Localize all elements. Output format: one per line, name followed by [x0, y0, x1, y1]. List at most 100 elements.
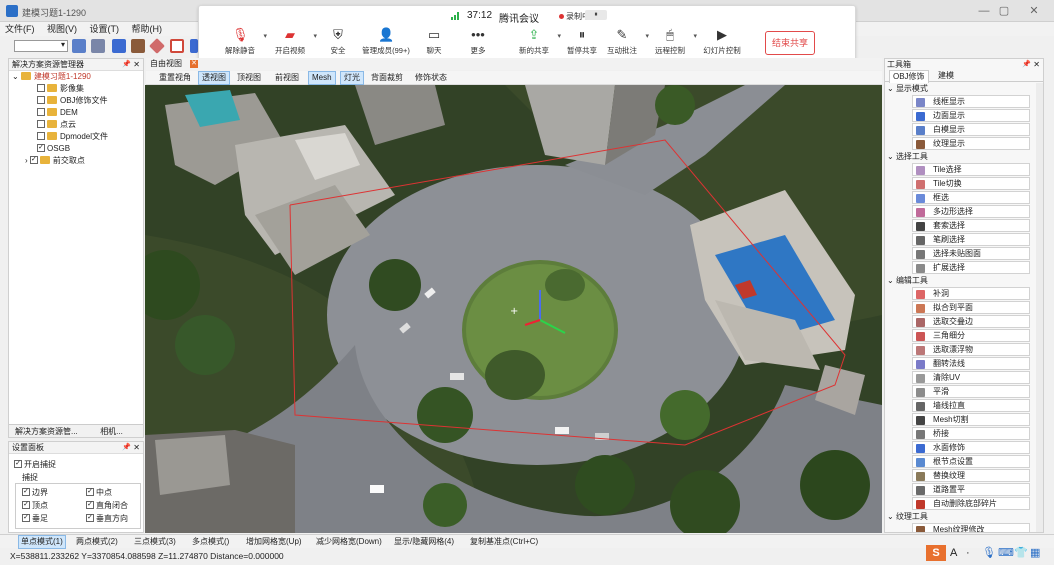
tool-replace-texture[interactable]: 替换纹理 — [912, 469, 1030, 482]
section-display-mode[interactable]: ⌄ 显示模式 — [887, 83, 928, 95]
checkbox[interactable] — [37, 119, 45, 128]
checkbox[interactable] — [37, 131, 45, 140]
menu-file[interactable]: 文件(F) — [0, 22, 40, 36]
snap-tool-icon[interactable] — [170, 39, 184, 53]
three-point-mode[interactable]: 三点模式(3) — [134, 535, 176, 549]
snap-boundary[interactable]: ✓ 边界 — [22, 487, 48, 498]
toggle-grid[interactable]: 显示/隐藏网格(4) — [394, 535, 454, 549]
single-point-mode[interactable]: 单点模式(1) — [18, 535, 66, 549]
toolbar-combo[interactable] — [14, 40, 68, 52]
start-video-button[interactable]: ▰ 开启视频 ▾ — [265, 26, 317, 60]
annotate-button[interactable]: ✎ 互动批注 ▾ — [597, 26, 649, 60]
decoration-state-toggle[interactable]: 修饰状态 — [412, 71, 450, 85]
close-tab-icon[interactable]: ✕ — [190, 60, 198, 68]
menu-help[interactable]: 帮助(H) — [127, 22, 168, 36]
bar-tool-icon[interactable] — [112, 39, 126, 53]
checkbox[interactable] — [37, 107, 45, 116]
tool-flip-normals[interactable]: 翻转法线 — [912, 357, 1030, 370]
tool-select-untextured[interactable]: 选择未贴图面 — [912, 247, 1030, 260]
tool-smooth[interactable]: 平滑 — [912, 385, 1030, 398]
copy-base-point[interactable]: 复制基准点(Ctrl+C) — [470, 535, 538, 549]
checkbox-checked[interactable]: ✓ — [14, 459, 22, 468]
tree-item[interactable]: 影像集 — [37, 83, 84, 95]
end-share-button[interactable]: 结束共享 — [765, 31, 815, 55]
enable-snap-toggle[interactable]: ✓ 开启捕捉 — [14, 459, 56, 470]
snap-vertical-direction[interactable]: ✓ 垂直方向 — [86, 513, 128, 524]
checkbox[interactable] — [37, 95, 45, 104]
checkbox-checked[interactable]: ✓ — [86, 487, 94, 496]
checkbox-checked[interactable]: ✓ — [86, 500, 94, 509]
checkbox-checked[interactable]: ✓ — [22, 500, 30, 509]
texture-tool-icon[interactable] — [131, 39, 145, 53]
tool-bridge[interactable]: 桥接 — [912, 427, 1030, 440]
close-icon[interactable]: ✕ — [133, 59, 140, 71]
pin-icon[interactable]: 📌 — [122, 442, 131, 454]
layer-tool-icon[interactable] — [91, 39, 105, 53]
tree-root[interactable]: ⌄ 建模习题1-1290 — [12, 71, 91, 83]
increase-grid-width[interactable]: 增加网格宽(Up) — [246, 535, 302, 549]
tool-brush-select[interactable]: 笔刷选择 — [912, 233, 1030, 246]
3d-viewport[interactable]: + — [145, 85, 882, 533]
snap-right-angle-close[interactable]: ✓ 直角闭合 — [86, 500, 128, 511]
tool-fit-plane[interactable]: 拟合到平面 — [912, 301, 1030, 314]
perspective-view-button[interactable]: 透视图 — [198, 71, 230, 85]
tab-obj-decoration[interactable]: OBJ修饰 — [889, 70, 929, 83]
toolbox-scrollbar[interactable] — [1036, 83, 1043, 532]
decrease-grid-width[interactable]: 减少网格宽(Down) — [316, 535, 382, 549]
pin-icon[interactable]: 📌 — [122, 59, 131, 71]
tool-lasso-select[interactable]: 套索选择 — [912, 219, 1030, 232]
tool-straighten-wall[interactable]: 墙线拉直 — [912, 399, 1030, 412]
security-button[interactable]: ⛨ 安全 — [313, 26, 363, 60]
tree-item[interactable]: 点云 — [37, 119, 76, 131]
mesh-toggle[interactable]: Mesh — [308, 71, 336, 85]
tree-item[interactable]: › ✓ 前交取点 — [25, 155, 85, 167]
tool-mesh-texture-edit[interactable]: Mesh纹理修改 — [912, 523, 1030, 532]
maximize-icon[interactable]: ▢ — [995, 4, 1013, 18]
close-icon[interactable]: ✕ — [1033, 59, 1040, 70]
tool-mesh-cut[interactable]: Mesh切割 — [912, 413, 1030, 426]
tool-texture[interactable]: 纹理显示 — [912, 137, 1030, 150]
chat-button[interactable]: ▭ 聊天 — [409, 26, 459, 60]
close-icon[interactable]: ✕ — [133, 442, 140, 454]
checkbox-checked[interactable]: ✓ — [86, 513, 94, 522]
manage-members-button[interactable]: 👤 管理成员(99+) — [361, 26, 411, 60]
tab-camera[interactable]: 相机... — [94, 425, 129, 438]
diamond-tool-icon[interactable] — [149, 38, 165, 54]
punctuation-icon[interactable]: · — [966, 544, 970, 562]
recording-pause-button[interactable]: ⏸ — [585, 10, 607, 20]
section-select-tools[interactable]: ⌄ 选择工具 — [887, 151, 928, 163]
chevron-down-icon[interactable]: ⌄ — [12, 72, 19, 81]
toolbox-icon[interactable]: ▦ — [1030, 544, 1040, 562]
tool-edge-face[interactable]: 边面显示 — [912, 109, 1030, 122]
tool-road-flatten[interactable]: 道路置平 — [912, 483, 1030, 496]
tool-triangle-subdivide[interactable]: 三角细分 — [912, 329, 1030, 342]
tool-white-model[interactable]: 白模显示 — [912, 123, 1030, 136]
top-view-button[interactable]: 顶视图 — [234, 71, 264, 85]
minimize-icon[interactable]: — — [975, 4, 993, 18]
voice-input-icon[interactable]: 🎙 — [982, 544, 996, 562]
skin-icon[interactable]: 👕 — [1014, 544, 1028, 562]
close-icon[interactable]: ✕ — [1025, 4, 1043, 18]
tool-expand-select[interactable]: 扩展选择 — [912, 261, 1030, 274]
keyboard-icon[interactable]: ⌨ — [998, 544, 1014, 562]
tool-overlap-edges[interactable]: 选取交叠边 — [912, 315, 1030, 328]
multi-point-mode[interactable]: 多点模式() — [192, 535, 229, 549]
checkbox-checked[interactable]: ✓ — [22, 513, 30, 522]
snap-foot-point[interactable]: ✓ 垂足 — [22, 513, 48, 524]
tab-free-view[interactable]: 自由视图 — [150, 58, 182, 70]
snap-midpoint[interactable]: ✓ 中点 — [86, 487, 112, 498]
unmute-button[interactable]: 🎙 解除静音 ▾ — [215, 26, 267, 60]
new-share-button[interactable]: ⇪ 新的共享 ▾ — [509, 26, 561, 60]
tree-item[interactable]: DEM — [37, 107, 78, 119]
tab-solution-explorer[interactable]: 解决方案资源管... — [9, 425, 84, 438]
tool-root-node[interactable]: 根节点设置 — [912, 455, 1030, 468]
chevron-right-icon[interactable]: › — [25, 156, 28, 165]
ime-mode-icon[interactable]: A — [950, 544, 957, 562]
section-texture-tools[interactable]: ⌄ 纹理工具 — [887, 511, 928, 523]
tool-auto-delete-fragments[interactable]: 自动删除底部碎片 — [912, 497, 1030, 510]
tree-item[interactable]: ✓ OSGB — [37, 143, 70, 155]
checkbox-checked[interactable]: ✓ — [37, 143, 45, 152]
tool-fill-hole[interactable]: 补洞 — [912, 287, 1030, 300]
tool-water-surface[interactable]: 水面修饰 — [912, 441, 1030, 454]
snap-vertex[interactable]: ✓ 顶点 — [22, 500, 48, 511]
